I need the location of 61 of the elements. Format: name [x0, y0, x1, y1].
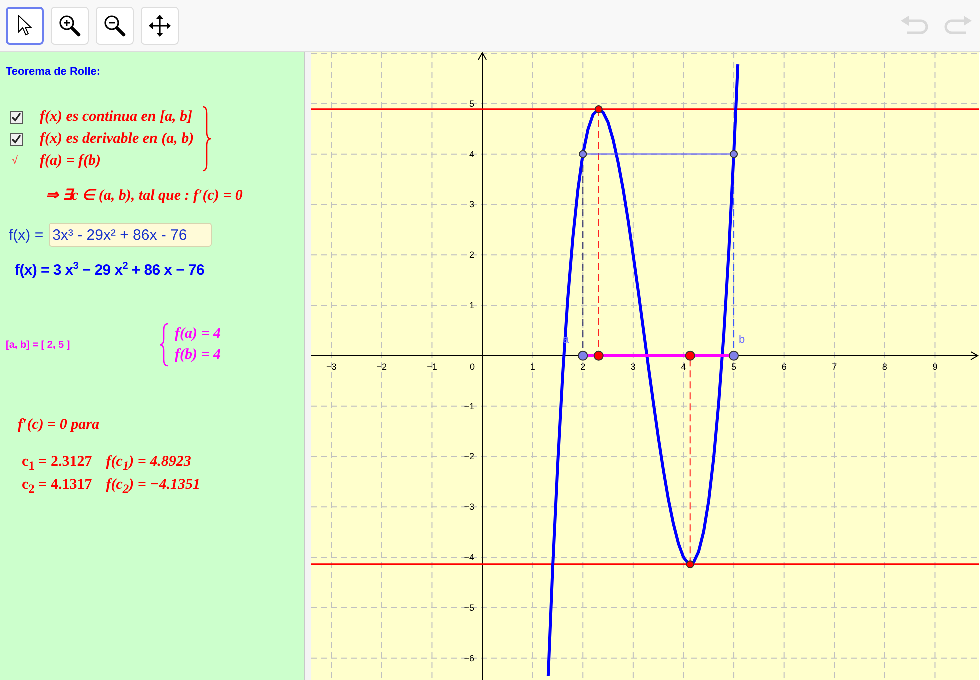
tick-label: 3: [630, 362, 636, 372]
tick-label: −2: [464, 452, 475, 462]
panel-title: Teorema de Rolle:: [6, 66, 102, 78]
tick-label: 2: [470, 250, 475, 260]
tick-label: −3: [326, 362, 337, 372]
tick-label: 6: [782, 362, 787, 372]
tick-label: 9: [932, 362, 938, 372]
zoom-out-icon: [104, 14, 126, 36]
move-icon: [149, 14, 171, 36]
critical-heading: f′(c) = 0 para: [18, 417, 100, 434]
tick-label: 4: [681, 362, 686, 372]
tick-label: 5: [470, 98, 475, 109]
tick-label: 8: [882, 362, 888, 372]
tick-label: 7: [832, 362, 838, 372]
pointer-icon: [18, 14, 32, 36]
condition-text: f(x) es continua en [a, b]: [40, 108, 192, 126]
pointer-tool-button[interactable]: [6, 6, 44, 44]
origin-label: 0: [470, 362, 476, 372]
critical-point: c$_{2}$ = 4.1317: [22, 477, 92, 497]
tick-label: 2: [580, 362, 586, 372]
axis-point[interactable]: [594, 350, 604, 361]
critical-value: f(c$_{1}$) = 4.8923: [106, 454, 192, 474]
conclusion-text: ⇒ ∃c ∈ (a, b), tal que : f′(c) = 0: [46, 187, 244, 205]
zoom-in-icon: [59, 14, 81, 36]
check-symbol: √: [11, 155, 18, 167]
critical-value: f(c$_{2}$) = −4.1351: [106, 477, 201, 497]
brace-icon: [202, 106, 212, 172]
tick-label: 5: [732, 362, 737, 372]
redo-icon: [942, 14, 972, 36]
point-label: b: [739, 334, 746, 346]
tick-label: 1: [530, 362, 536, 372]
interval-text: [a, b] = [ 2, 5 ]: [6, 340, 72, 350]
tick-label: −3: [464, 502, 475, 512]
function-definition: f(x) = 3 x$^{3}$ − 29 x$^{2}$ + 86 x − 76: [15, 261, 206, 279]
tick-label: 1: [470, 300, 475, 311]
endpoint-value: f(b) = 4: [175, 347, 222, 364]
checkbox[interactable]: [10, 110, 23, 124]
tick-label: −1: [464, 401, 475, 412]
tick-label: −2: [376, 362, 388, 372]
tick-label: 4: [470, 149, 475, 160]
tick-label: −6: [464, 653, 475, 664]
condition-text: f(a) = f(b): [40, 152, 102, 170]
axis-point[interactable]: [685, 350, 696, 361]
axis-point[interactable]: [729, 350, 740, 361]
undo-icon: [901, 14, 931, 36]
point-label: a: [563, 334, 570, 346]
move-tool-button[interactable]: [141, 6, 179, 44]
function-input-field[interactable]: 3x³ - 29x² + 86x - 76: [48, 223, 212, 247]
tick-label: −5: [464, 602, 475, 613]
checkbox[interactable]: [10, 132, 23, 146]
axis-point[interactable]: [578, 350, 588, 361]
tick-label: 3: [470, 200, 475, 210]
zoom-out-tool-button[interactable]: [96, 6, 134, 44]
input-label: f(x) =: [9, 226, 44, 244]
condition-text: f(x) es derivable en (a, b): [40, 130, 194, 148]
brace-icon: [159, 323, 169, 367]
tick-label: −4: [464, 552, 475, 563]
endpoint-value: f(a) = 4: [175, 326, 222, 343]
tick-label: −1: [427, 362, 438, 372]
critical-point: c$_{1}$ = 2.3127: [22, 454, 92, 474]
zoom-in-tool-button[interactable]: [51, 6, 89, 44]
